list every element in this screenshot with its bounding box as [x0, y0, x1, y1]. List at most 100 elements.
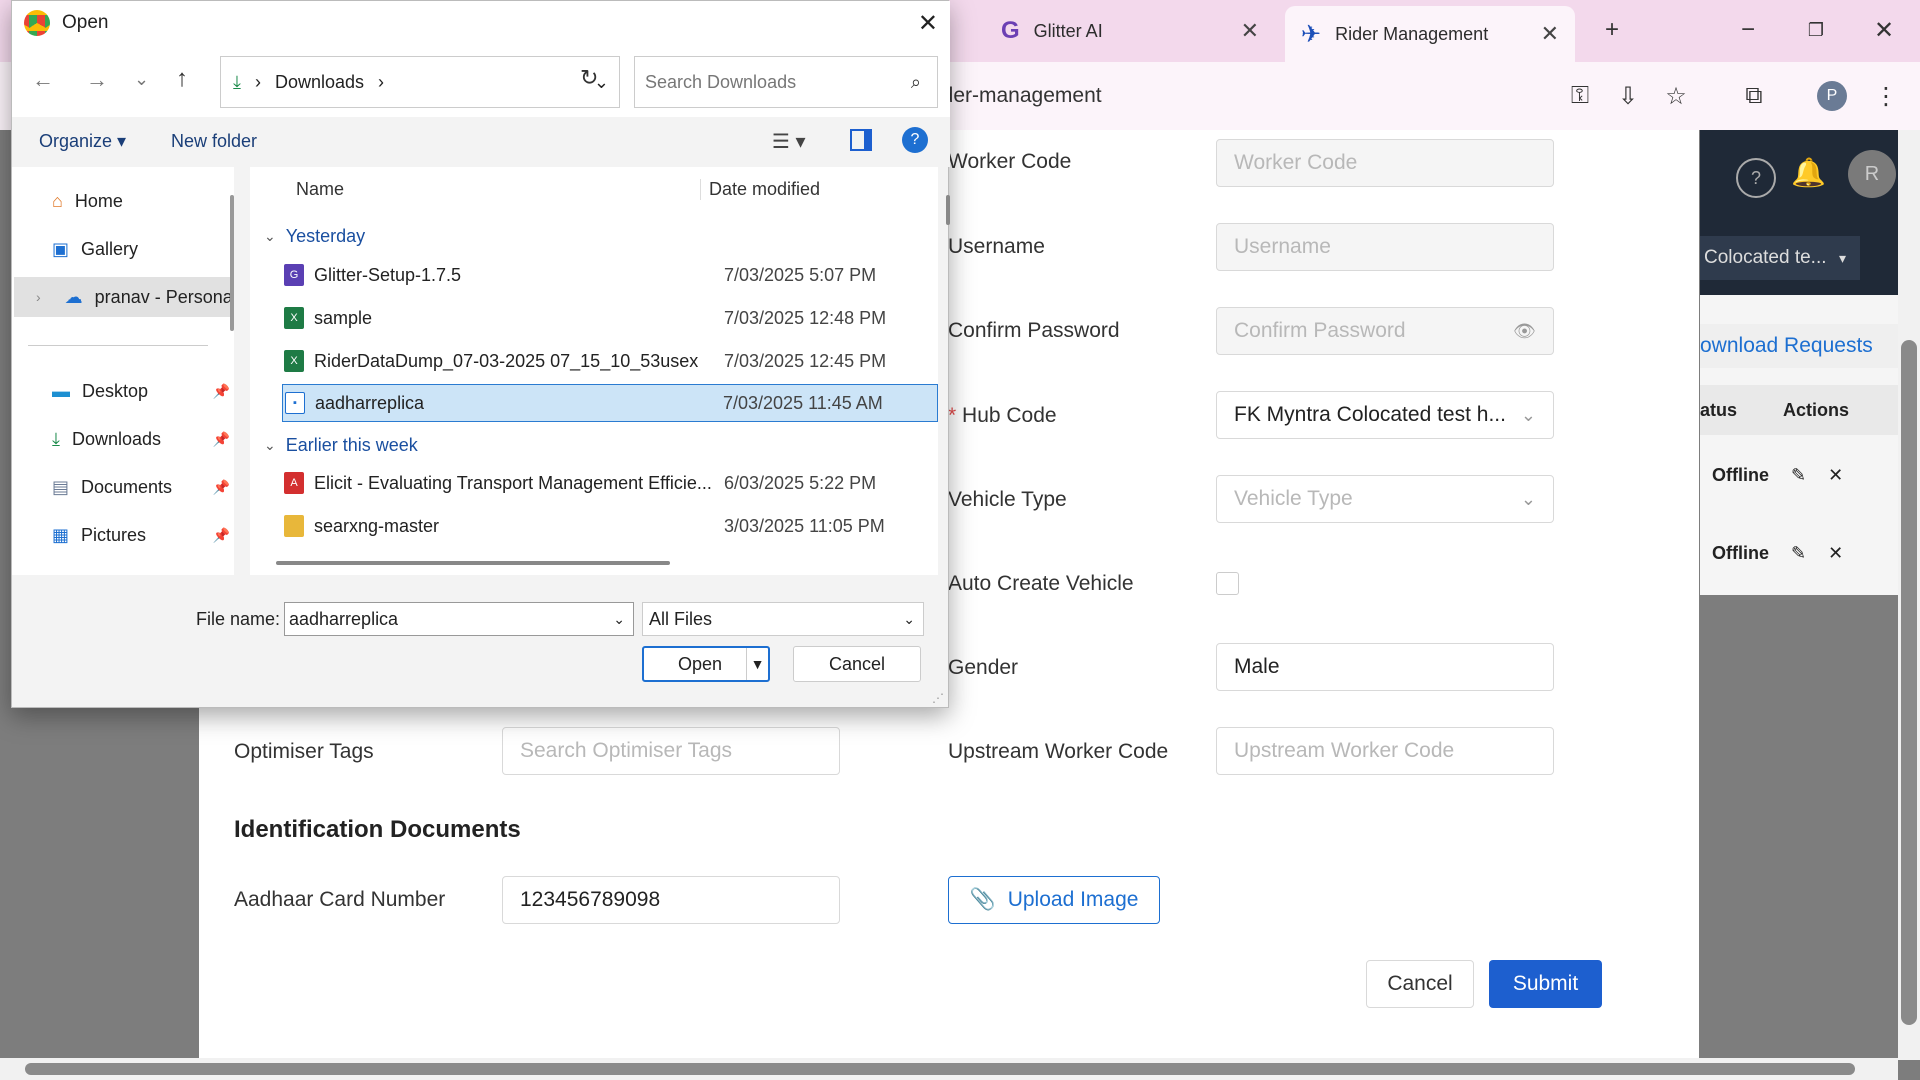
gender-select[interactable]: Male — [1216, 643, 1554, 691]
resize-grip-icon[interactable]: ⋰ — [932, 691, 944, 705]
delete-icon[interactable]: ✕ — [1828, 543, 1843, 564]
vertical-scrollbar[interactable] — [1898, 130, 1920, 1060]
hub-code-select[interactable]: FK Myntra Colocated test h... ⌄ — [1216, 391, 1554, 439]
file-row-selected[interactable]: ▪ aadharreplica 7/03/2025 11:45 AM — [282, 384, 938, 422]
pin-icon: 📌 — [212, 382, 230, 399]
refresh-icon[interactable]: ↻ — [580, 65, 598, 91]
new-folder-button[interactable]: New folder — [171, 131, 257, 152]
file-row[interactable]: G Glitter-Setup-1.7.5 7/03/2025 5:07 PM — [284, 256, 924, 294]
dialog-cancel-button[interactable]: Cancel — [793, 646, 921, 682]
search-downloads-input[interactable]: Search Downloads ⌕ — [634, 56, 938, 108]
file-name: Elicit - Evaluating Transport Management… — [314, 472, 712, 493]
glitter-logo-icon: G — [1001, 17, 1020, 44]
vehicle-type-select[interactable]: Vehicle Type ⌄ — [1216, 475, 1554, 523]
download-requests-link[interactable]: ownload Requests — [1700, 324, 1900, 368]
search-icon: ⌕ — [910, 71, 921, 92]
url-field[interactable]: rider-management — [930, 74, 1570, 118]
restore-icon[interactable]: ❐ — [1796, 10, 1836, 50]
help-icon[interactable]: ? — [902, 127, 928, 153]
name-column-header[interactable]: Name — [296, 179, 700, 200]
submit-button[interactable]: Submit — [1489, 960, 1602, 1008]
desktop-icon: ▬ — [52, 380, 70, 401]
tab-glitter-ai[interactable]: G Glitter AI ✕ — [985, 6, 1275, 56]
dialog-close-icon[interactable]: ✕ — [918, 9, 938, 38]
view-options-icon[interactable]: ☰ ▾ — [772, 129, 806, 154]
eye-off-icon[interactable]: 👁 — [1513, 321, 1536, 342]
path-breadcrumb[interactable]: ⤓ › Downloads › ⌄ — [220, 56, 620, 108]
install-app-icon[interactable]: ⇩ — [1608, 76, 1648, 116]
nav-home[interactable]: ⌂ Home — [52, 181, 123, 221]
file-type-value: All Files — [649, 608, 713, 629]
recent-locations-icon[interactable]: ⌄ — [134, 69, 149, 90]
edit-icon[interactable]: ✎ — [1791, 543, 1806, 564]
hub-select[interactable]: Colocated te... ▾ — [1700, 236, 1860, 280]
file-row[interactable]: searxng-master 3/03/2025 11:05 PM — [284, 507, 924, 545]
file-type-select[interactable]: All Files ⌄ — [642, 602, 924, 636]
excel-icon: X — [284, 307, 304, 329]
date-column-header[interactable]: Date modified — [700, 178, 820, 200]
chevron-down-icon[interactable]: ⌄ — [613, 611, 625, 628]
aadhaar-input[interactable]: 123456789098 — [502, 876, 840, 924]
user-avatar[interactable]: R — [1848, 150, 1896, 198]
expand-chevron-icon[interactable]: › — [36, 289, 41, 305]
pin-icon: 📌 — [212, 526, 230, 543]
download-icon: ⤓ — [52, 428, 60, 449]
profile-button[interactable]: P — [1812, 76, 1852, 116]
edit-icon[interactable]: ✎ — [1791, 465, 1806, 486]
up-folder-icon[interactable]: ↑ — [176, 65, 188, 93]
nav-gallery[interactable]: ▣ Gallery — [52, 229, 138, 269]
nav-onedrive[interactable]: › ☁ pranav - Persona — [14, 277, 234, 317]
hub-select-value: Colocated te... — [1704, 247, 1827, 268]
menu-kebab-icon[interactable]: ⋮ — [1866, 76, 1906, 116]
file-row[interactable]: Xsample 7/03/2025 12:48 PM — [284, 299, 924, 337]
nav-scroll-thumb[interactable] — [230, 195, 234, 331]
close-icon[interactable]: ✕ — [1241, 18, 1259, 44]
vertical-scroll-thumb[interactable] — [1901, 340, 1917, 1025]
file-name: sample — [314, 307, 373, 328]
upload-image-button[interactable]: 📎 Upload Image — [948, 876, 1160, 924]
extensions-icon[interactable]: ⧉ — [1734, 76, 1774, 116]
tab-rider-management[interactable]: ✈ Rider Management ✕ — [1285, 6, 1575, 62]
open-dropdown-icon[interactable]: ▼ — [746, 648, 768, 680]
breadcrumb-downloads[interactable]: Downloads — [275, 72, 364, 93]
nav-pictures[interactable]: ▦ Pictures 📌 — [52, 515, 230, 555]
group-label: Yesterday — [285, 225, 366, 246]
group-earlier-this-week[interactable]: ⌄ Earlier this week — [264, 430, 418, 460]
auto-create-vehicle-checkbox[interactable] — [1216, 572, 1239, 595]
horizontal-scroll-thumb[interactable] — [25, 1063, 1855, 1075]
password-key-icon[interactable]: ⚿ — [1560, 76, 1600, 116]
organize-label: Organize — [39, 131, 113, 151]
nav-desktop[interactable]: ▬ Desktop 📌 — [52, 371, 230, 411]
delete-icon[interactable]: ✕ — [1828, 465, 1843, 486]
bell-icon[interactable]: 🔔 — [1791, 156, 1826, 189]
identification-heading: Identification Documents — [234, 816, 521, 843]
file-vscroll-thumb[interactable] — [946, 195, 950, 225]
file-row[interactable]: X RiderDataDump_07-03-2025 07_15_10_53use… — [284, 342, 924, 380]
upstream-worker-code-input[interactable]: Upstream Worker Code — [1216, 727, 1554, 775]
nav-documents[interactable]: ▤ Documents 📌 — [52, 467, 230, 507]
upstream-worker-code-label: Upstream Worker Code — [948, 740, 1169, 763]
preview-pane-icon[interactable] — [850, 129, 872, 151]
horizontal-scrollbar[interactable] — [0, 1058, 1898, 1080]
file-name-input[interactable]: aadharreplica ⌄ — [284, 602, 634, 636]
file-hscroll-thumb[interactable] — [276, 561, 670, 565]
minimize-icon[interactable]: − — [1728, 10, 1768, 50]
group-yesterday[interactable]: ⌄ Yesterday — [264, 221, 365, 251]
dialog-open-button[interactable]: Open ▼ — [642, 646, 770, 682]
file-list: Name Date modified ⌄ Yesterday G Glitter-S… — [250, 167, 950, 575]
bookmark-star-icon[interactable]: ☆ — [1656, 76, 1696, 116]
close-icon[interactable]: ✕ — [1541, 21, 1559, 47]
nav-downloads[interactable]: ⤓ Downloads 📌 — [52, 419, 230, 459]
window-close-icon[interactable]: ✕ — [1864, 10, 1904, 50]
forward-icon[interactable]: → — [86, 67, 108, 93]
new-tab-icon[interactable]: + — [1592, 10, 1632, 50]
back-icon[interactable]: ← — [32, 67, 54, 93]
worker-code-input: Worker Code — [1216, 139, 1554, 187]
organize-button[interactable]: Organize ▾ — [39, 131, 126, 152]
user-initial: R — [1864, 162, 1880, 185]
profile-avatar: P — [1817, 81, 1847, 111]
optimiser-tags-input[interactable]: Search Optimiser Tags — [502, 727, 840, 775]
help-icon[interactable]: ? — [1736, 158, 1776, 198]
form-cancel-button[interactable]: Cancel — [1366, 960, 1474, 1008]
file-row[interactable]: A Elicit - Evaluating Transport Managemen… — [284, 464, 924, 502]
